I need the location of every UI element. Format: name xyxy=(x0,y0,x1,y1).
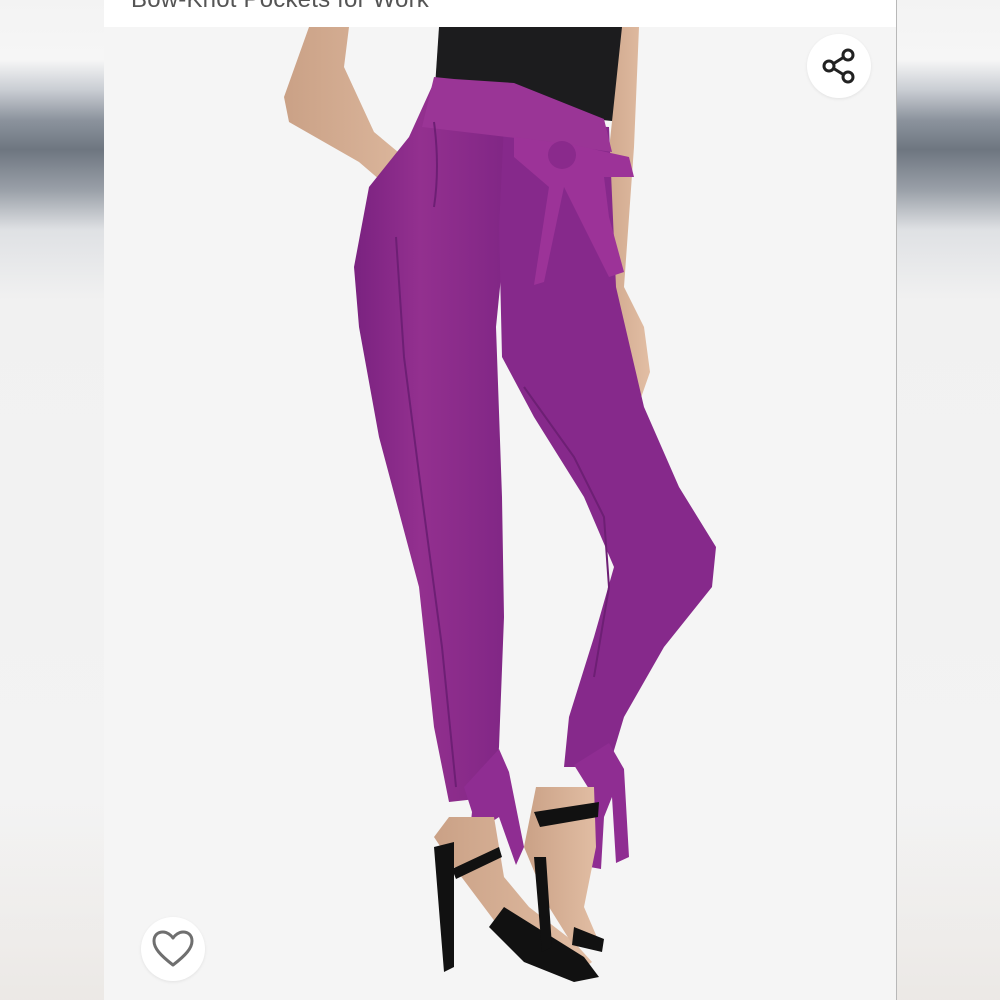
panel-divider xyxy=(896,0,897,1000)
heart-outline-icon xyxy=(152,930,194,967)
product-image[interactable] xyxy=(104,27,896,1000)
title-bar: Bow-Knot Pockets for Work xyxy=(104,0,896,27)
share-button[interactable] xyxy=(807,34,871,98)
product-panel: Bow-Knot Pockets for Work xyxy=(104,0,896,1000)
blurred-backdrop-left xyxy=(0,0,104,1000)
share-icon xyxy=(822,48,855,84)
favorite-button[interactable] xyxy=(141,917,205,981)
blurred-backdrop-right xyxy=(896,0,1000,1000)
product-title: Bow-Knot Pockets for Work xyxy=(131,0,429,14)
